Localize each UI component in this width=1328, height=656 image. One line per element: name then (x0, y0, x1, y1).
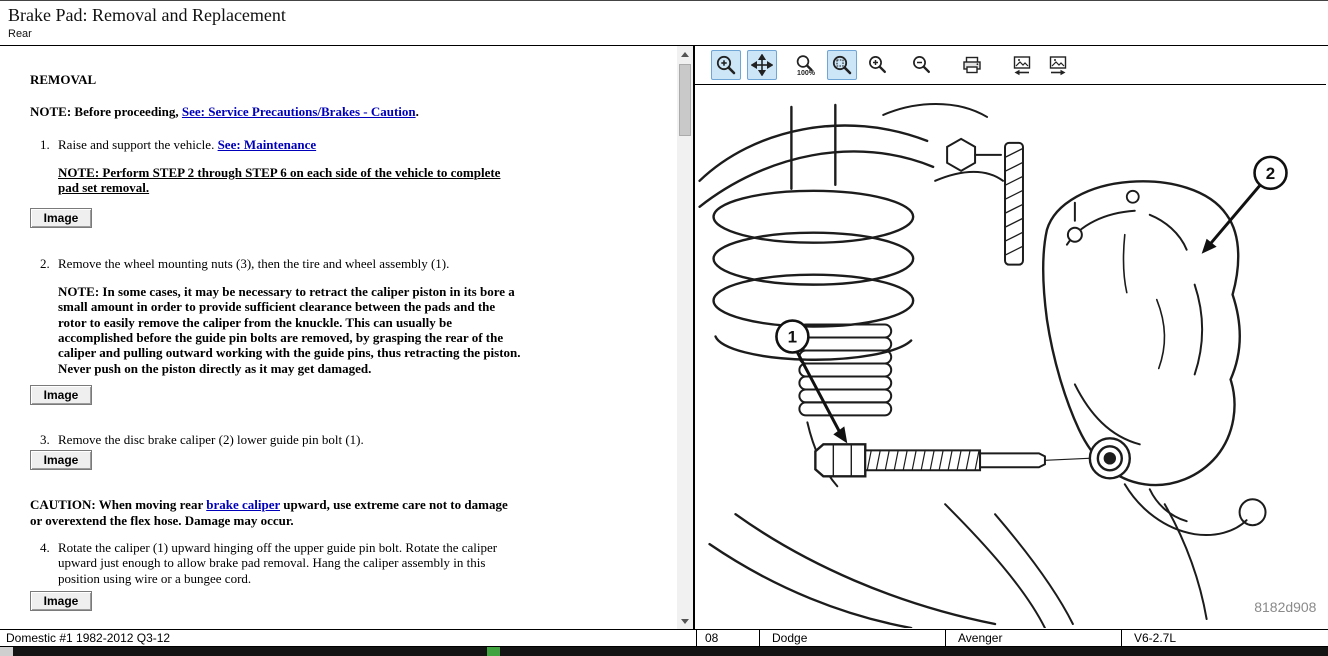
scroll-up-button[interactable] (677, 46, 693, 62)
figure-canvas[interactable]: 1 2 8182d908 (695, 85, 1326, 629)
procedure-article: REMOVAL NOTE: Before proceeding, See: Se… (0, 46, 560, 611)
print-icon (961, 54, 983, 76)
left-pane-scrollbar[interactable] (677, 46, 693, 629)
step-2-text: Remove the wheel mounting nuts (3), then… (58, 256, 449, 271)
print-button[interactable] (957, 50, 987, 80)
image-button[interactable]: Image (30, 208, 92, 228)
zoom-in-step-button[interactable] (863, 50, 893, 80)
callout-2: 2 (1266, 164, 1275, 183)
step-4: 4. Rotate the caliper (1) upward hinging… (40, 540, 498, 586)
intro-note-period: . (416, 104, 419, 119)
previous-image-icon (1011, 54, 1033, 76)
zoom-out-step-icon (911, 54, 933, 76)
page-subtitle: Rear (8, 28, 1328, 40)
image-button[interactable]: Image (30, 385, 92, 405)
step-3-text: Remove the disc brake caliper (2) lower … (58, 432, 364, 447)
step-3-number: 3. (40, 432, 50, 447)
intro-note: NOTE: Before proceeding, See: Service Pr… (30, 104, 530, 119)
step-2-number: 2. (40, 256, 50, 271)
intro-note-text: NOTE: Before proceeding, (30, 104, 182, 119)
status-coverage: Domestic #1 1982-2012 Q3-12 (0, 630, 697, 646)
step-1-note: NOTE: Perform STEP 2 through STEP 6 on e… (58, 165, 516, 196)
zoom-in-icon (715, 54, 737, 76)
image-button[interactable]: Image (30, 591, 92, 611)
down-arrow-icon (681, 619, 689, 624)
image-button[interactable]: Image (30, 450, 92, 470)
service-manual-window: Brake Pad: Removal and Replacement Rear … (0, 0, 1328, 655)
status-model: Avenger (946, 630, 1122, 646)
procedure-pane: REMOVAL NOTE: Before proceeding, See: Se… (0, 46, 695, 629)
pan-icon (751, 54, 773, 76)
status-year: 08 (697, 630, 760, 646)
precautions-link[interactable]: See: Service Precautions/Brakes - Cautio… (182, 104, 416, 119)
step-1: 1. Raise and support the vehicle. See: M… (40, 137, 510, 152)
step-2: 2. Remove the wheel mounting nuts (3), t… (40, 256, 510, 271)
status-engine: V6-2.7L (1122, 630, 1328, 646)
zoom-100-button[interactable]: 100% (791, 50, 821, 80)
step-3: 3. Remove the disc brake caliper (2) low… (40, 432, 510, 447)
maintenance-link[interactable]: See: Maintenance (218, 137, 317, 152)
up-arrow-icon (681, 52, 689, 57)
status-make: Dodge (760, 630, 946, 646)
figure-code: 8182d908 (1254, 599, 1316, 615)
step-1-number: 1. (40, 137, 50, 152)
status-bar: Domestic #1 1982-2012 Q3-12 08 Dodge Ave… (0, 629, 1328, 647)
step-4-number: 4. (40, 540, 50, 555)
step-4-text: Rotate the caliper (1) upward hinging of… (58, 540, 497, 586)
section-heading: REMOVAL (30, 72, 560, 87)
caution-note: CAUTION: When moving rear brake caliper … (30, 497, 522, 528)
callout-1: 1 (788, 328, 797, 347)
figure-pane: 100% (695, 46, 1326, 629)
step-1-text: Raise and support the vehicle. (58, 137, 218, 152)
previous-image-button[interactable] (1007, 50, 1037, 80)
scroll-down-button[interactable] (677, 613, 693, 629)
brake-caliper-diagram: 1 2 8182d908 (695, 85, 1326, 628)
zoom-window-button[interactable] (827, 50, 857, 80)
brake-caliper-link[interactable]: brake caliper (206, 497, 280, 512)
step-2-note: NOTE: In some cases, it may be necessary… (58, 284, 526, 376)
zoom-in-button[interactable] (711, 50, 741, 80)
caution-text: CAUTION: When moving rear (30, 497, 206, 512)
pan-button[interactable] (747, 50, 777, 80)
scrollbar-thumb[interactable] (679, 64, 691, 136)
scrollbar-track[interactable] (677, 62, 693, 613)
document-header: Brake Pad: Removal and Replacement Rear (0, 1, 1328, 46)
next-image-icon (1047, 54, 1069, 76)
zoom-in-step-icon (867, 54, 889, 76)
zoom-out-step-button[interactable] (907, 50, 937, 80)
page-title: Brake Pad: Removal and Replacement (8, 5, 1328, 26)
zoom-100-icon: 100% (795, 54, 817, 76)
figure-toolbar: 100% (695, 46, 1326, 85)
svg-text:100%: 100% (797, 70, 816, 76)
zoom-window-icon (831, 54, 853, 76)
next-image-button[interactable] (1043, 50, 1073, 80)
